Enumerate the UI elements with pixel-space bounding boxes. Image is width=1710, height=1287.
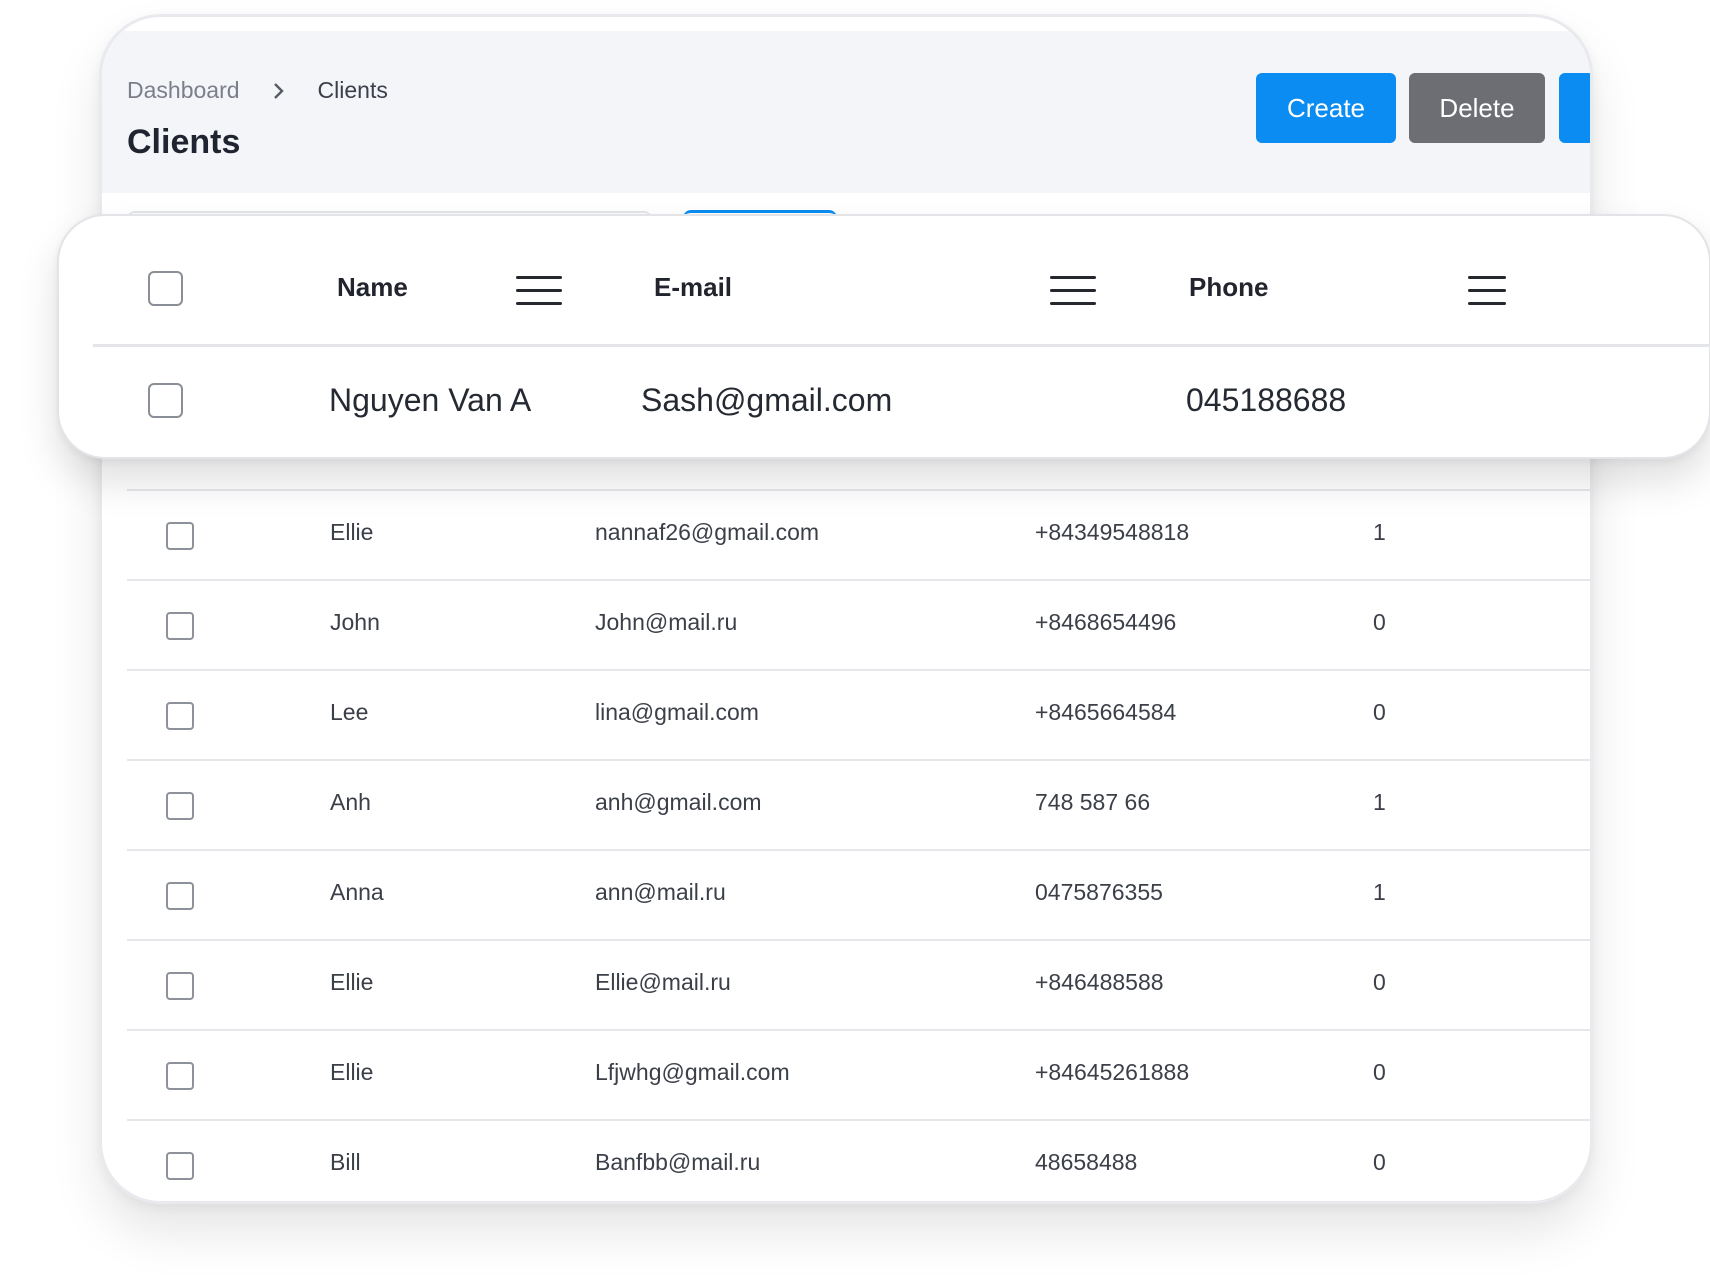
more-actions-button[interactable] bbox=[1559, 73, 1590, 143]
table-row[interactable]: Ellie Lfjwhg@gmail.com +84645261888 0 bbox=[127, 1029, 1590, 1119]
cell-phone: +8468654496 bbox=[1035, 609, 1177, 635]
row-checkbox[interactable] bbox=[166, 1152, 194, 1180]
cell-name: Anna bbox=[330, 879, 384, 905]
cell-count: 0 bbox=[1373, 699, 1386, 725]
table-row[interactable]: John John@mail.ru +8468654496 0 bbox=[127, 579, 1590, 669]
cell-phone: +8465664584 bbox=[1035, 699, 1177, 725]
cell-name: Lee bbox=[330, 699, 369, 725]
cell-name: Ellie bbox=[330, 1059, 374, 1085]
clients-table: Ellie nannaf26@gmail.com +84349548818 1 John… bbox=[127, 489, 1590, 1201]
cell-count: 0 bbox=[1373, 1149, 1386, 1175]
cell-phone: 0475876355 bbox=[1035, 879, 1163, 905]
cell-email: Banfbb@mail.ru bbox=[595, 1149, 761, 1175]
breadcrumb-dashboard-link[interactable]: Dashboard bbox=[127, 77, 240, 104]
table-header-popout: Name E-mail Phone Nguyen Van A Sash@gmai… bbox=[57, 214, 1710, 459]
table-row-highlighted[interactable]: Nguyen Van A Sash@gmail.com 045188688 bbox=[59, 346, 1709, 457]
cell-count: 0 bbox=[1373, 1059, 1386, 1085]
cell-phone: 48658488 bbox=[1035, 1149, 1138, 1175]
cell-email: John@mail.ru bbox=[595, 609, 738, 635]
page-title: Clients bbox=[127, 123, 241, 161]
cell-phone: +84645261888 bbox=[1035, 1059, 1190, 1085]
column-header-name[interactable]: Name bbox=[337, 272, 408, 303]
phone-column-menu-icon[interactable] bbox=[1468, 276, 1506, 306]
row-checkbox[interactable] bbox=[166, 972, 194, 1000]
table-row[interactable]: Lee lina@gmail.com +8465664584 0 bbox=[127, 669, 1590, 759]
cell-name: Ellie bbox=[330, 969, 374, 995]
chevron-right-icon bbox=[272, 82, 286, 100]
table-row[interactable]: Ellie nannaf26@gmail.com +84349548818 1 bbox=[127, 489, 1590, 579]
cell-email: anh@gmail.com bbox=[595, 789, 762, 815]
cell-name: Bill bbox=[330, 1149, 361, 1175]
name-column-menu-icon[interactable] bbox=[516, 276, 562, 306]
cell-count: 1 bbox=[1373, 789, 1386, 815]
cell-name: Ellie bbox=[330, 519, 374, 545]
cell-name: Nguyen Van A bbox=[329, 382, 532, 418]
table-header: Name E-mail Phone bbox=[59, 216, 1709, 346]
email-column-menu-icon[interactable] bbox=[1050, 276, 1096, 306]
cell-name: John bbox=[330, 609, 380, 635]
select-all-checkbox[interactable] bbox=[148, 271, 183, 306]
delete-button[interactable]: Delete bbox=[1409, 73, 1545, 143]
breadcrumb-current: Clients bbox=[317, 77, 388, 103]
cell-count: 1 bbox=[1373, 879, 1386, 905]
row-checkbox[interactable] bbox=[166, 522, 194, 550]
cell-phone: +84349548818 bbox=[1035, 519, 1190, 545]
cell-phone: +846488588 bbox=[1035, 969, 1164, 995]
row-checkbox[interactable] bbox=[148, 383, 183, 418]
row-checkbox[interactable] bbox=[166, 702, 194, 730]
page-header: Dashboard Clients Clients Create Delete bbox=[102, 31, 1590, 193]
create-button[interactable]: Create bbox=[1256, 73, 1396, 143]
cell-phone: 045188688 bbox=[1186, 382, 1347, 418]
cell-count: 0 bbox=[1373, 609, 1386, 635]
column-header-phone[interactable]: Phone bbox=[1189, 272, 1268, 303]
breadcrumb: Dashboard Clients bbox=[127, 77, 388, 104]
cell-name: Anh bbox=[330, 789, 371, 815]
cell-email: lina@gmail.com bbox=[595, 699, 759, 725]
row-checkbox[interactable] bbox=[166, 792, 194, 820]
cell-email: Sash@gmail.com bbox=[641, 382, 893, 418]
column-header-email[interactable]: E-mail bbox=[654, 272, 732, 303]
cell-phone: 748 587 66 bbox=[1035, 789, 1151, 815]
row-checkbox[interactable] bbox=[166, 612, 194, 640]
cell-email: Lfjwhg@gmail.com bbox=[595, 1059, 790, 1085]
table-row[interactable]: Anna ann@mail.ru 0475876355 1 bbox=[127, 849, 1590, 939]
cell-count: 1 bbox=[1373, 519, 1386, 545]
table-row[interactable]: Ellie Ellie@mail.ru +846488588 0 bbox=[127, 939, 1590, 1029]
row-checkbox[interactable] bbox=[166, 882, 194, 910]
clients-panel: Dashboard Clients Clients Create Delete … bbox=[99, 14, 1593, 1204]
table-row[interactable]: Anh anh@gmail.com 748 587 66 1 bbox=[127, 759, 1590, 849]
cell-email: nannaf26@gmail.com bbox=[595, 519, 820, 545]
cell-count: 0 bbox=[1373, 969, 1386, 995]
cell-email: Ellie@mail.ru bbox=[595, 969, 731, 995]
cell-email: ann@mail.ru bbox=[595, 879, 726, 905]
table-row[interactable]: Bill Banfbb@mail.ru 48658488 0 bbox=[127, 1119, 1590, 1201]
row-checkbox[interactable] bbox=[166, 1062, 194, 1090]
